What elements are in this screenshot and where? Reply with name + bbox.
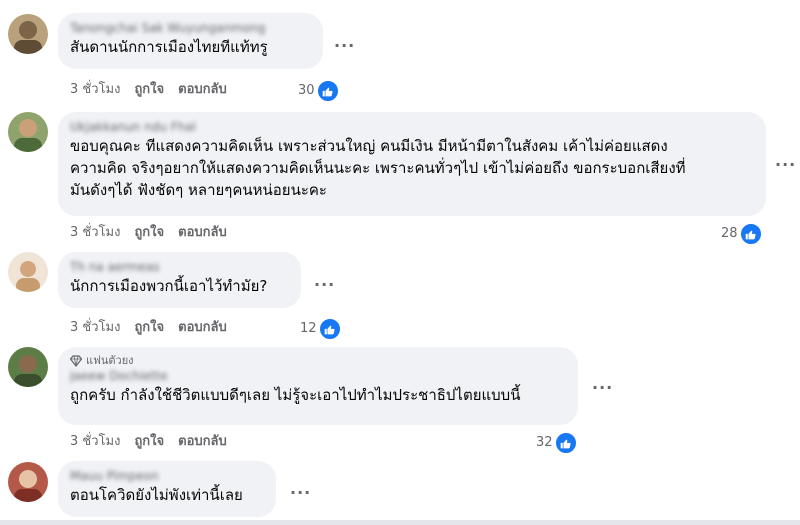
- reply-button[interactable]: ตอบกลับ: [178, 433, 227, 451]
- comment-text-line: ขอบคุณคะ ทีแสดงความคิดเห็น เพราะส่วนใหญ่…: [70, 137, 668, 155]
- comment-time[interactable]: 3 ชั่วโมง: [70, 224, 120, 242]
- reaction-count[interactable]: 32: [536, 432, 577, 454]
- like-button[interactable]: ถูกใจ: [134, 224, 164, 242]
- like-button[interactable]: ถูกใจ: [134, 433, 164, 451]
- comment-text-line: มันดังๆได้ ฟังชัดๆ หลายๆคนหน่อยนะคะ: [70, 181, 327, 199]
- comment-bubble: Th na aermeas นักการเมืองพวกนี้เอาไว้ทำม…: [58, 252, 301, 308]
- comment-actions: 3 ชั่วโมง ถูกใจ ตอบกลับ: [70, 319, 227, 337]
- more-options-icon[interactable]: ···: [592, 380, 613, 396]
- avatar-image: [8, 112, 48, 152]
- reaction-count-number: 12: [300, 321, 317, 336]
- reaction-count[interactable]: 28: [721, 223, 762, 245]
- like-button[interactable]: ถูกใจ: [134, 81, 164, 99]
- reaction-count-number: 30: [298, 83, 315, 98]
- avatar-image: [8, 347, 48, 387]
- comment-text: สันดานนักการเมืองไทยทีแท้ทรู: [70, 38, 268, 56]
- comment-text: ตอนโควิดยังไม่พังเท่านี้เลย: [70, 486, 243, 504]
- thumbs-up-icon: [739, 223, 762, 245]
- comment-author[interactable]: Jaeew Dochiette: [70, 368, 566, 384]
- comment-text: ถูกครับ กำลังใช้ชีวิตแบบดีๆเลย ไม่รู้จะเ…: [70, 386, 521, 404]
- avatar[interactable]: [8, 14, 48, 54]
- diamond-icon: [70, 355, 82, 367]
- comment-author[interactable]: Th na aermeas: [70, 259, 289, 275]
- thumbs-up-icon: [316, 80, 339, 102]
- more-options-icon[interactable]: ···: [290, 485, 311, 501]
- divider: [0, 520, 800, 525]
- more-options-icon[interactable]: ···: [334, 38, 355, 54]
- avatar-image: [8, 462, 48, 502]
- like-button[interactable]: ถูกใจ: [134, 319, 164, 337]
- reaction-count-number: 32: [536, 435, 553, 450]
- reply-button[interactable]: ตอบกลับ: [178, 224, 227, 242]
- reply-button[interactable]: ตอบกลับ: [178, 81, 227, 99]
- comment-text-line: ความคิด จริงๆอยากให้แสดงความคิดเห็นนะคะ …: [70, 159, 686, 177]
- avatar[interactable]: [8, 347, 48, 387]
- comment-bubble: Tanongchai Sak Wuyunganmong สันดานนักการ…: [58, 13, 323, 69]
- thumbs-up-icon: [318, 318, 341, 340]
- thumbs-up-icon: [554, 432, 577, 454]
- more-options-icon[interactable]: ···: [775, 157, 796, 173]
- comment-time[interactable]: 3 ชั่วโมง: [70, 81, 120, 99]
- comment-actions: 3 ชั่วโมง ถูกใจ ตอบกลับ: [70, 81, 227, 99]
- more-options-icon[interactable]: ···: [314, 277, 335, 293]
- comment-time[interactable]: 3 ชั่วโมง: [70, 319, 120, 337]
- fan-badge-label: แฟนตัวยง: [86, 354, 134, 367]
- reply-button[interactable]: ตอบกลับ: [178, 319, 227, 337]
- avatar-image: [8, 252, 48, 292]
- avatar-image: [8, 14, 48, 54]
- avatar[interactable]: [8, 252, 48, 292]
- comment-bubble: Ukjakkanun ndu Fhal ขอบคุณคะ ทีแสดงความค…: [58, 112, 766, 216]
- comment-actions: 3 ชั่วโมง ถูกใจ ตอบกลับ: [70, 224, 227, 242]
- comment-actions: 3 ชั่วโมง ถูกใจ ตอบกลับ: [70, 433, 227, 451]
- reaction-count[interactable]: 12: [300, 318, 341, 340]
- comment-time[interactable]: 3 ชั่วโมง: [70, 433, 120, 451]
- comment-bubble: Mauu Pimpeon ตอนโควิดยังไม่พังเท่านี้เลย: [58, 461, 276, 517]
- comment-author[interactable]: Tanongchai Sak Wuyunganmong: [70, 20, 311, 36]
- comment-author[interactable]: Mauu Pimpeon: [70, 468, 264, 484]
- comment-bubble: แฟนตัวยง Jaeew Dochiette ถูกครับ กำลังใช…: [58, 347, 578, 425]
- avatar[interactable]: [8, 462, 48, 502]
- avatar[interactable]: [8, 112, 48, 152]
- comment-author[interactable]: Ukjakkanun ndu Fhal: [70, 119, 754, 135]
- comment-text: นักการเมืองพวกนี้เอาไว้ทำมัย?: [70, 277, 268, 295]
- reaction-count-number: 28: [721, 226, 738, 241]
- fan-badge: แฟนตัวยง: [70, 354, 566, 368]
- reaction-count[interactable]: 30: [298, 80, 339, 102]
